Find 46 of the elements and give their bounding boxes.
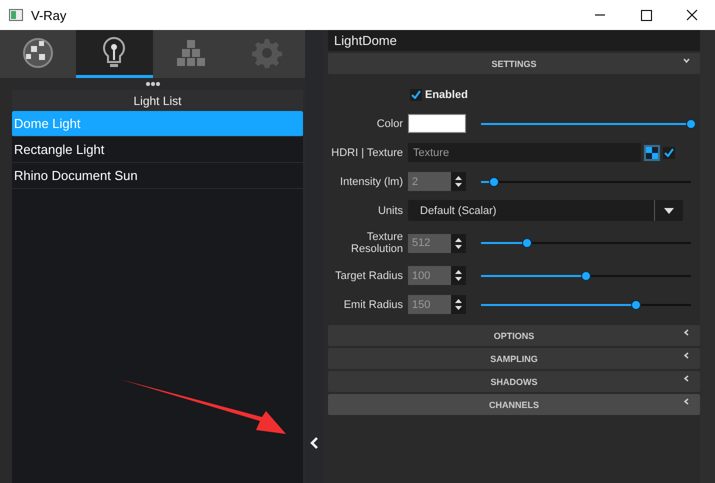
collapse-chevron-icon[interactable] — [310, 437, 318, 449]
chevron-left-icon — [683, 375, 690, 382]
settings-icon — [252, 38, 282, 68]
checkmark-icon — [411, 90, 421, 99]
field-label: Texture Resolution — [350, 231, 404, 255]
field-label: HDRI | Texture — [330, 146, 404, 158]
spinner-arrows-icon[interactable] — [451, 234, 466, 252]
toolbar-tab[interactable] — [76, 30, 152, 78]
slider-thumb[interactable] — [631, 300, 642, 310]
units-dropdown[interactable]: Default (Scalar) — [408, 200, 683, 221]
more-icon[interactable] — [146, 82, 160, 86]
chevron-left-icon — [683, 352, 690, 359]
section-header[interactable]: OPTIONS — [328, 325, 700, 346]
chevron-down-icon — [683, 57, 690, 64]
slider-thumb[interactable] — [488, 176, 499, 186]
field-label: Units — [376, 204, 404, 216]
section-header[interactable]: SETTINGS — [328, 53, 700, 74]
app-icon — [9, 9, 23, 21]
color-swatch[interactable] — [408, 114, 466, 133]
field-label: Emit Radius — [342, 298, 404, 310]
slider-thumb[interactable] — [522, 238, 532, 248]
field-label: Target Radius — [334, 270, 404, 282]
spinner-arrows-icon[interactable] — [451, 266, 466, 285]
blocks-icon — [176, 38, 206, 66]
panel-title: LightDome — [328, 30, 700, 51]
texture-field[interactable]: Texture — [408, 143, 641, 162]
texture-button[interactable] — [644, 144, 660, 160]
field-label: Intensity (lm) — [339, 176, 404, 188]
chevron-left-icon — [683, 398, 690, 405]
list-header: Light List — [12, 90, 303, 111]
scrollbar[interactable] — [700, 30, 715, 483]
slider-thumb[interactable] — [686, 118, 696, 128]
caret-icon — [664, 208, 674, 214]
chevron-left-icon — [683, 329, 690, 336]
texture-checkbox[interactable] — [663, 146, 675, 158]
section-header[interactable]: CHANNELS — [328, 394, 700, 415]
slider-thumb[interactable] — [581, 270, 591, 280]
section-header[interactable]: SHADOWS — [328, 371, 700, 392]
section-header[interactable]: SAMPLING — [328, 348, 700, 369]
field-label: Color — [376, 118, 404, 130]
spinner-arrows-icon[interactable] — [451, 172, 466, 191]
enabled-checkbox[interactable]: Enabled — [410, 88, 468, 100]
light-bulb-icon — [102, 36, 126, 70]
checker-sphere-icon — [22, 36, 54, 68]
spinner-arrows-icon[interactable] — [451, 295, 466, 314]
window-title: V-Ray — [31, 8, 66, 22]
